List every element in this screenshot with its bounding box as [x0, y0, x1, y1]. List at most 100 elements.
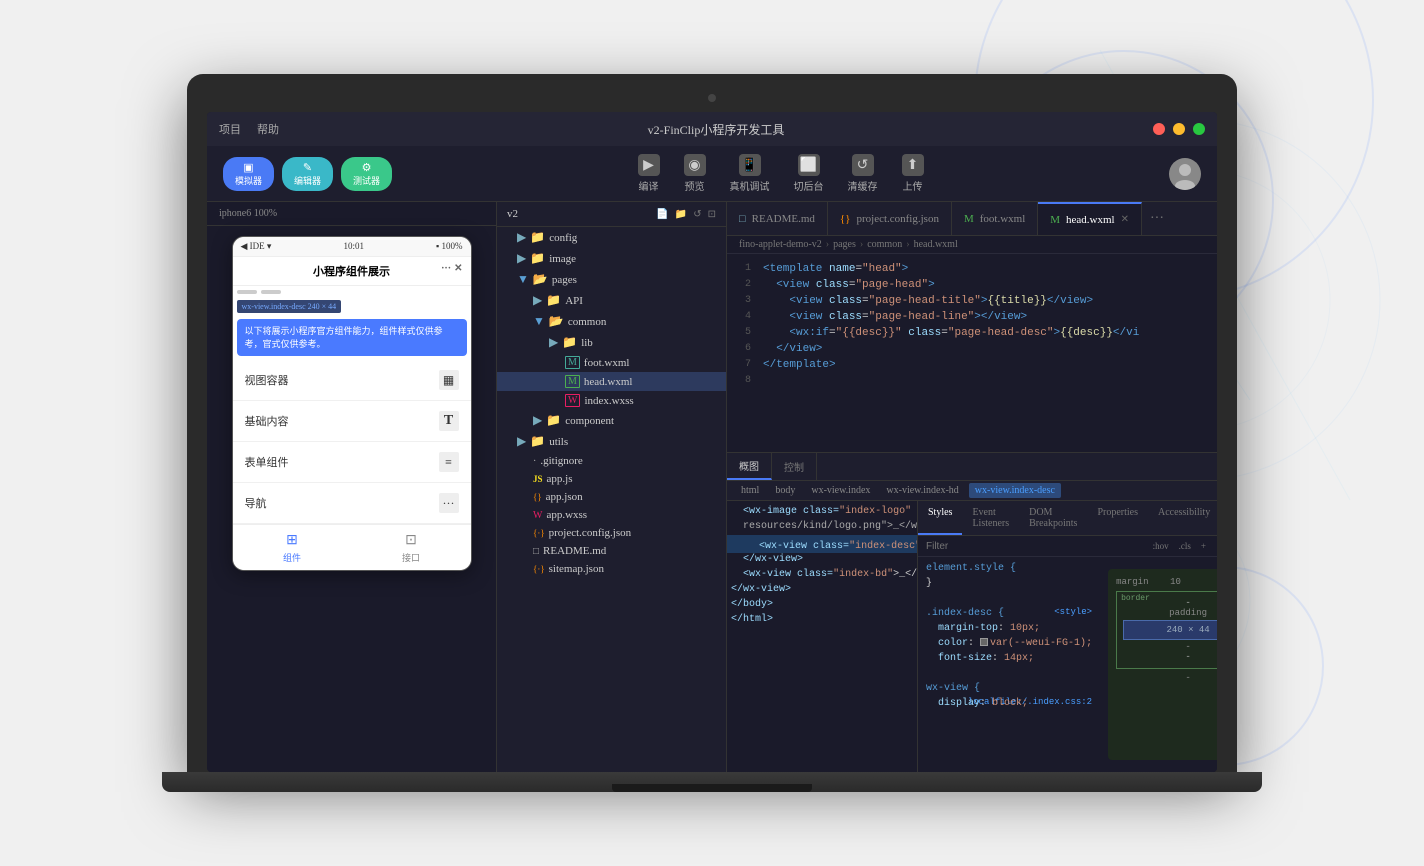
code-line-8: 8 — [727, 374, 1217, 390]
tab-more-btn[interactable]: ··· — [1142, 211, 1172, 227]
tree-item-project-config[interactable]: {·} project.config.json — [497, 524, 726, 542]
tree-item-gitignore[interactable]: · .gitignore — [497, 452, 726, 470]
compile-label: 编译 — [639, 178, 659, 193]
upload-icon: ⬆ — [902, 154, 924, 176]
tree-item-app-json[interactable]: {} app.json — [497, 488, 726, 506]
preview-icon: ◉ — [684, 154, 706, 176]
cls-filter-btn[interactable]: .cls — [1176, 540, 1194, 552]
code-line-6: 6 </view> — [727, 342, 1217, 358]
folder-open-icon: ▼ — [533, 314, 545, 329]
user-avatar[interactable] — [1169, 158, 1201, 190]
tree-item-foot-wxml[interactable]: M foot.wxml — [497, 353, 726, 372]
menu-item-0[interactable]: 视图容器 ▦ — [233, 360, 471, 401]
mode-simulator-btn[interactable]: ▣ 模拟器 — [223, 157, 274, 191]
mode-editor-btn[interactable]: ✎ 编辑器 — [282, 157, 333, 191]
clear-cache-action[interactable]: ↺ 清缓存 — [848, 154, 878, 193]
real-debug-action[interactable]: 📱 真机调试 — [730, 154, 770, 193]
phone-tab-api[interactable]: ⊡ 接口 — [352, 525, 471, 570]
utils-folder-icon: 📁 — [530, 434, 545, 449]
path-body[interactable]: body — [769, 483, 801, 498]
tab-head-wxml[interactable]: M head.wxml ✕ — [1038, 202, 1142, 235]
laptop-container: 项目 帮助 v2-FinClip小程序开发工具 ▣ 模拟器 — [162, 74, 1262, 792]
component-label: component — [565, 415, 614, 427]
path-index-hd[interactable]: wx-view.index-hd — [880, 483, 964, 498]
tree-item-head-wxml[interactable]: M head.wxml — [497, 372, 726, 391]
tree-item-app-js[interactable]: JS app.js — [497, 470, 726, 488]
source-line-1: <wx-view class="index-desc">以下将展示小程序官方组件… — [727, 535, 917, 553]
styles-filter-input[interactable] — [926, 541, 1146, 552]
bottom-tab-overview[interactable]: 概图 — [727, 453, 772, 480]
path-html[interactable]: html — [735, 483, 765, 498]
path-index-desc[interactable]: wx-view.index-desc — [969, 483, 1061, 498]
upload-action[interactable]: ⬆ 上传 — [902, 154, 924, 193]
tree-item-component[interactable]: ▶ 📁 component — [497, 410, 726, 431]
menu-icon-1: T — [439, 411, 459, 431]
collapse-icon[interactable]: ⊡ — [708, 209, 716, 220]
source-content-6: </html> — [731, 614, 773, 625]
background-icon: ⬜ — [798, 154, 820, 176]
styles-tab-styles[interactable]: Styles — [918, 501, 962, 535]
bottom-tab-control[interactable]: 控制 — [772, 453, 817, 480]
menu-item-3[interactable]: 导航 ··· — [233, 483, 471, 524]
source-line-2: </wx-view> — [727, 553, 917, 568]
hov-filter-btn[interactable]: :hov — [1150, 540, 1172, 552]
window-close-btn[interactable] — [1153, 123, 1165, 135]
menu-item-1[interactable]: 基础内容 T — [233, 401, 471, 442]
app-json-label: app.json — [546, 491, 583, 503]
tab-readme[interactable]: □ README.md — [727, 202, 828, 235]
new-file-icon[interactable]: 📄 — [656, 209, 668, 220]
breadcrumb-sep-0: › — [826, 239, 829, 250]
tree-item-lib[interactable]: ▶ 📁 lib — [497, 332, 726, 353]
tab-project-config[interactable]: {} project.config.json — [828, 202, 952, 235]
ide-main: iphone6 100% ◀ IDE ▾ 10:01 ▪ 100% 小程序组件展… — [207, 202, 1217, 772]
tree-item-app-wxss[interactable]: W app.wxss — [497, 506, 726, 524]
project-tab-icon: {} — [840, 213, 851, 225]
styles-wx-view-selector: wx-view {localfile:/.index.css:2 — [926, 681, 1092, 696]
menu-help[interactable]: 帮助 — [257, 121, 279, 137]
device-info: iphone6 100% — [207, 202, 496, 226]
tab-foot-wxml[interactable]: M foot.wxml — [952, 202, 1038, 235]
window-minimize-btn[interactable] — [1173, 123, 1185, 135]
code-line-3: 3 <view class="page-head-title">{{title}… — [727, 294, 1217, 310]
tree-item-api[interactable]: ▶ 📁 API — [497, 290, 726, 311]
tree-item-pages[interactable]: ▼ 📂 pages — [497, 269, 726, 290]
debugger-icon: ⚙ — [362, 161, 372, 174]
tree-item-sitemap[interactable]: {·} sitemap.json — [497, 560, 726, 578]
gitignore-label: .gitignore — [540, 455, 582, 467]
styles-tab-dom[interactable]: DOM Breakpoints — [1019, 501, 1087, 535]
titlebar-menu: 项目 帮助 — [219, 121, 279, 137]
background-action[interactable]: ⬜ 切后台 — [794, 154, 824, 193]
preview-action[interactable]: ◉ 预览 — [684, 154, 706, 193]
menu-item-2[interactable]: 表单组件 ≡ — [233, 442, 471, 483]
tree-item-common[interactable]: ▼ 📂 common — [497, 311, 726, 332]
add-filter-btn[interactable]: + — [1198, 540, 1209, 552]
real-debug-label: 真机调试 — [730, 178, 770, 193]
refresh-icon[interactable]: ↺ — [693, 209, 701, 220]
styles-tab-accessibility[interactable]: Accessibility — [1148, 501, 1217, 535]
styles-tab-events[interactable]: Event Listeners — [962, 501, 1019, 535]
code-editor[interactable]: 1 <template name="head"> 2 <view class="… — [727, 254, 1217, 452]
folder-icon: ▶ — [517, 251, 526, 266]
new-folder-icon[interactable]: 📁 — [675, 209, 687, 220]
styles-tab-properties[interactable]: Properties — [1087, 501, 1148, 535]
breadcrumb-item-0: fino-applet-demo-v2 — [739, 239, 822, 250]
styles-blank2 — [926, 666, 1092, 681]
phone-desc-text: 以下将展示小程序官方组件能力，组件样式仅供参考，官式仅供参考。 — [245, 325, 459, 350]
tree-item-image[interactable]: ▶ 📁 image — [497, 248, 726, 269]
phone-tab-component[interactable]: ⊞ 组件 — [233, 525, 352, 570]
source-view[interactable]: <wx-image class="index-logo" src="../res… — [727, 501, 917, 772]
style-link[interactable]: <style> — [1054, 606, 1092, 620]
compile-action[interactable]: ▶ 编译 — [638, 154, 660, 193]
simulator-label: 模拟器 — [235, 174, 262, 187]
mode-debugger-btn[interactable]: ⚙ 测试器 — [341, 157, 392, 191]
path-index[interactable]: wx-view.index — [805, 483, 876, 498]
tree-item-config[interactable]: ▶ 📁 config — [497, 227, 726, 248]
menu-project[interactable]: 项目 — [219, 121, 241, 137]
menu-label-1: 基础内容 — [245, 413, 289, 429]
tree-item-index-wxss[interactable]: W index.wxss — [497, 391, 726, 410]
window-maximize-btn[interactable] — [1193, 123, 1205, 135]
tab-close-icon[interactable]: ✕ — [1121, 214, 1129, 225]
tree-item-utils[interactable]: ▶ 📁 utils — [497, 431, 726, 452]
avatar-image — [1169, 158, 1201, 190]
tree-item-readme[interactable]: □ README.md — [497, 542, 726, 560]
